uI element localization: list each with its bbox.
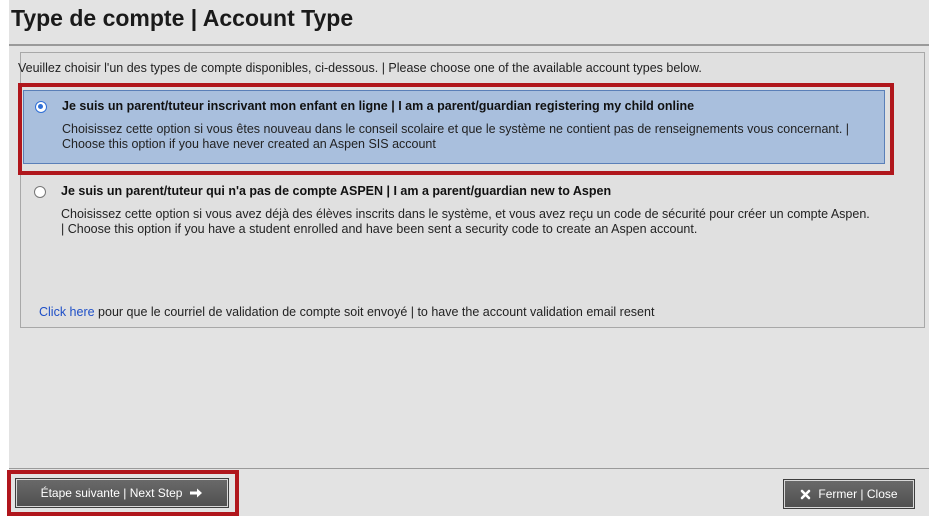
footer-divider <box>9 468 929 469</box>
title-divider <box>9 44 929 46</box>
close-label: Fermer | Close <box>818 487 898 501</box>
resend-validation-text: Click here pour que le courriel de valid… <box>39 305 654 319</box>
arrow-right-icon <box>189 487 203 499</box>
option-description: Choisissez cette option si vous avez déj… <box>61 207 870 236</box>
radio-new-to-aspen[interactable] <box>34 186 46 198</box>
option-new-to-aspen[interactable]: Je suis un parent/tuteur qui n'a pas de … <box>23 176 885 271</box>
resend-text: pour que le courriel de validation de co… <box>94 305 655 319</box>
close-button[interactable]: Fermer | Close <box>783 479 915 509</box>
option-description: Choisissez cette option si vous êtes nou… <box>62 122 850 151</box>
dialog-title: Type de compte | Account Type <box>11 5 354 31</box>
next-step-label: Étape suivante | Next Step <box>40 486 183 500</box>
option-title: Je suis un parent/tuteur inscrivant mon … <box>62 99 695 113</box>
option-register-child-online[interactable]: Je suis un parent/tuteur inscrivant mon … <box>23 90 885 164</box>
next-step-button[interactable]: Étape suivante | Next Step <box>15 478 229 508</box>
radio-register-child-online[interactable] <box>35 101 47 113</box>
x-icon <box>800 489 811 500</box>
option-title: Je suis un parent/tuteur qui n'a pas de … <box>61 184 612 198</box>
click-here-link[interactable]: Click here <box>39 305 95 319</box>
instructions-text: Veuillez choisir l'un des types de compt… <box>18 61 702 75</box>
